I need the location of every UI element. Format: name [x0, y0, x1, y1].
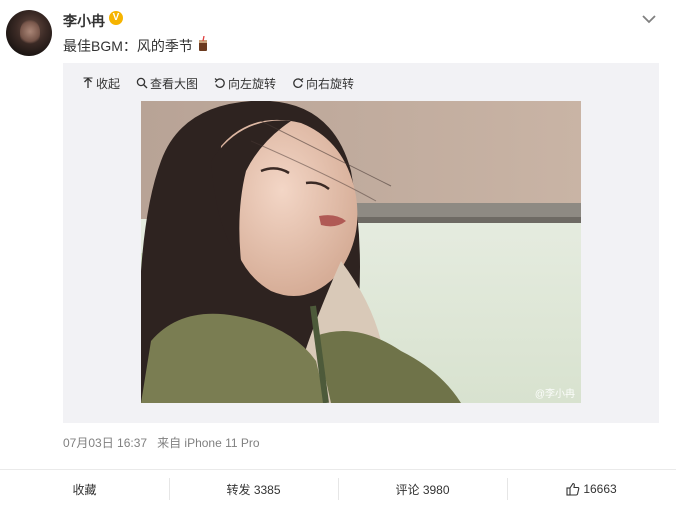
- like-button[interactable]: 16663: [507, 470, 676, 508]
- verified-badge-icon: V: [109, 11, 123, 25]
- comment-button[interactable]: 评论 3980: [338, 470, 507, 508]
- author-name[interactable]: 李小冉: [63, 11, 105, 31]
- repost-label: 转发 3385: [226, 482, 281, 497]
- rotate-left-label: 向左旋转: [228, 76, 277, 91]
- rotate-right-label: 向右旋转: [306, 76, 355, 91]
- arrow-up-icon: [83, 77, 93, 88]
- post-photo[interactable]: @李小冉: [141, 101, 581, 403]
- view-large-label: 查看大图: [150, 76, 199, 91]
- thumbs-up-icon: [566, 482, 580, 496]
- portrait-image: [141, 101, 581, 403]
- view-large-button[interactable]: 查看大图: [136, 75, 198, 92]
- action-bar: 收藏 转发 3385 评论 3980 16663: [0, 470, 676, 508]
- collapse-label: 收起: [96, 76, 121, 91]
- post-meta: 07月03日 16:37 来自 iPhone 11 Pro: [63, 434, 260, 451]
- post-source: 来自 iPhone 11 Pro: [157, 436, 260, 450]
- rotate-right-button[interactable]: 向右旋转: [292, 75, 354, 92]
- like-count: 16663: [583, 482, 617, 496]
- avatar[interactable]: [6, 10, 52, 56]
- post-text: 最佳BGM：风的季节: [63, 38, 193, 54]
- rotate-left-button[interactable]: 向左旋转: [214, 75, 276, 92]
- rotate-right-icon: [293, 78, 304, 88]
- favorite-label: 收藏: [72, 482, 97, 497]
- comment-label: 评论 3980: [395, 482, 450, 497]
- repost-button[interactable]: 转发 3385: [169, 470, 338, 508]
- favorite-button[interactable]: 收藏: [0, 470, 169, 508]
- media-toolbar: 收起 查看大图 向左旋转 向右旋转: [82, 74, 354, 92]
- rotate-left-icon: [214, 78, 225, 88]
- weibo-post-card: 李小冉 V 最佳BGM：风的季节 收起 查看大图 向左旋转 向右旋转 @李小冉 …: [0, 0, 676, 508]
- post-timestamp[interactable]: 07月03日 16:37: [63, 434, 147, 451]
- drink-icon: [199, 36, 207, 51]
- collapse-button[interactable]: 收起: [82, 75, 120, 92]
- chevron-down-icon[interactable]: [641, 12, 657, 26]
- search-icon: [136, 77, 148, 89]
- photo-watermark: @李小冉: [534, 389, 575, 400]
- media-expanded-panel: 收起 查看大图 向左旋转 向右旋转 @李小冉: [63, 63, 659, 423]
